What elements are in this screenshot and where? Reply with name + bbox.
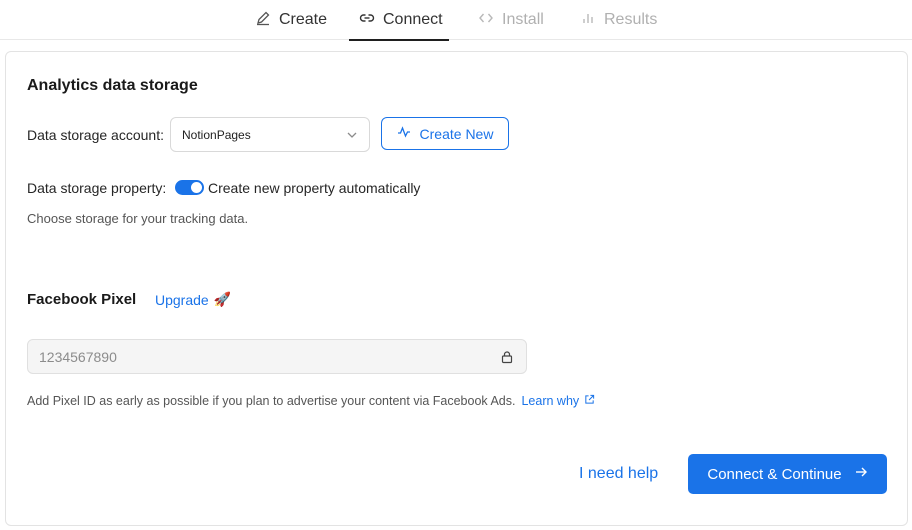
pixel-hint: Add Pixel ID as early as possible if you… [27, 394, 516, 408]
rocket-icon: 🚀 [213, 291, 232, 307]
tab-create-label: Create [279, 11, 328, 28]
learn-why-label: Learn why [521, 394, 580, 408]
connect-continue-button[interactable]: Connect & Continue [688, 454, 887, 494]
lock-icon [500, 350, 514, 364]
tab-connect[interactable]: Connect [349, 0, 449, 41]
pixel-id-input[interactable]: 1234567890 [27, 339, 527, 374]
create-new-button[interactable]: Create New [381, 117, 509, 150]
storage-account-select[interactable]: NotionPages [170, 117, 370, 152]
learn-why-link[interactable]: Learn why [521, 394, 595, 408]
external-link-icon [584, 394, 595, 408]
facebook-section-title: Facebook Pixel [27, 291, 137, 308]
step-tabs: Create Connect Install Results [0, 0, 912, 41]
tab-install-label: Install [502, 11, 544, 28]
bar-chart-icon [580, 10, 596, 31]
storage-account-label: Data storage account: [27, 127, 164, 143]
pixel-id-placeholder: 1234567890 [39, 348, 117, 365]
toggle-knob [191, 182, 202, 193]
tab-create[interactable]: Create [255, 0, 327, 40]
tab-results[interactable]: Results [580, 0, 657, 40]
code-icon [478, 10, 494, 31]
need-help-link[interactable]: I need help [579, 465, 658, 483]
storage-account-value: NotionPages [182, 127, 251, 142]
connect-continue-label: Connect & Continue [707, 465, 842, 483]
chevron-down-icon [345, 128, 359, 142]
tab-install[interactable]: Install [478, 0, 544, 40]
connect-card: Analytics data storage Data storage acco… [5, 51, 908, 526]
auto-property-toggle[interactable] [175, 180, 204, 195]
pencil-icon [255, 10, 271, 31]
auto-property-text: Create new property automatically [208, 180, 421, 196]
storage-hint: Choose storage for your tracking data. [27, 211, 249, 226]
tab-connect-label: Connect [383, 11, 443, 28]
create-new-label: Create New [419, 125, 494, 142]
activity-icon [397, 125, 411, 142]
tab-results-label: Results [604, 11, 658, 28]
arrow-right-icon [854, 465, 868, 483]
upgrade-link[interactable]: Upgrade 🚀 [155, 291, 231, 308]
upgrade-label: Upgrade [155, 291, 209, 308]
storage-property-label: Data storage property: [27, 180, 167, 196]
analytics-section-title: Analytics data storage [27, 77, 198, 94]
link-icon [359, 10, 375, 31]
pixel-hint-row: Add Pixel ID as early as possible if you… [27, 394, 595, 408]
